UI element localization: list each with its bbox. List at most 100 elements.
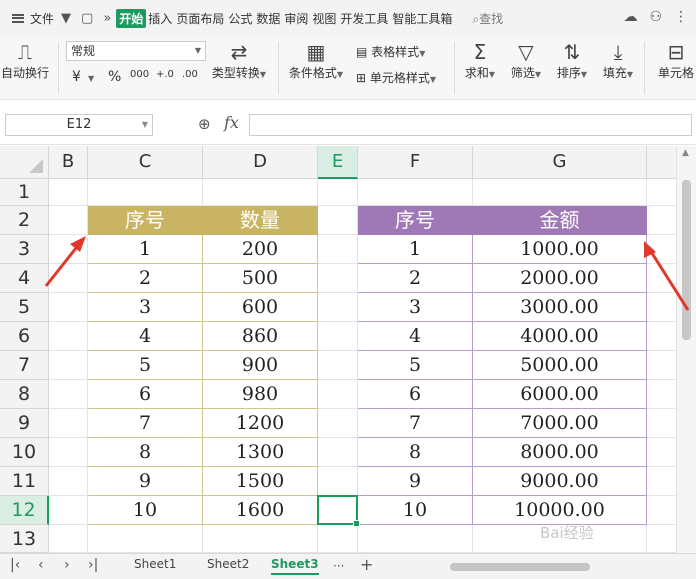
right_table-data-cell[interactable]: 8 xyxy=(358,438,473,467)
kebab-icon[interactable]: ⋮ xyxy=(674,9,688,25)
wrap-text-button[interactable]: ⎍ 自动换行 xyxy=(0,40,54,81)
decrease-decimal-button[interactable]: .00 xyxy=(182,69,198,80)
left_table-data-cell[interactable]: 9 xyxy=(88,467,203,496)
cell[interactable] xyxy=(88,525,203,553)
right_table-data-cell[interactable]: 6000.00 xyxy=(473,380,647,409)
left_table-data-cell[interactable]: 900 xyxy=(203,351,318,380)
cell[interactable] xyxy=(647,235,676,264)
tab-formulas[interactable]: 公式 xyxy=(226,10,254,27)
row-header-13[interactable]: 13 xyxy=(0,525,49,553)
cell[interactable] xyxy=(647,351,676,380)
right_table-data-cell[interactable]: 9 xyxy=(358,467,473,496)
increase-decimal-button[interactable]: +.0 xyxy=(156,69,174,80)
right_table-data-cell[interactable]: 10000.00 xyxy=(473,496,647,525)
share-icon[interactable]: ⚇ xyxy=(649,9,662,25)
zoom-icon[interactable]: ⊕ xyxy=(198,115,211,133)
cell[interactable] xyxy=(647,293,676,322)
right_table-data-cell[interactable]: 4000.00 xyxy=(473,322,647,351)
sum-button[interactable]: Σ 求和▼ xyxy=(460,40,500,81)
column-header-g[interactable]: G xyxy=(473,146,647,179)
cell[interactable] xyxy=(318,438,358,467)
cell[interactable] xyxy=(49,380,88,409)
left_table-data-cell[interactable]: 600 xyxy=(203,293,318,322)
next-sheet-icon[interactable]: › xyxy=(64,557,70,573)
left_table-data-cell[interactable]: 500 xyxy=(203,264,318,293)
filter-button[interactable]: ▽ 筛选▼ xyxy=(506,40,546,81)
tab-developer[interactable]: 开发工具 xyxy=(338,10,390,27)
percent-button[interactable]: % xyxy=(108,69,121,85)
row-header-2[interactable]: 2 xyxy=(0,206,49,235)
right_table-data-cell[interactable]: 9000.00 xyxy=(473,467,647,496)
row-header-6[interactable]: 6 xyxy=(0,322,49,351)
left_table-data-cell[interactable]: 2 xyxy=(88,264,203,293)
name-box[interactable]: E12 ▼ xyxy=(5,114,153,136)
cell[interactable] xyxy=(647,380,676,409)
right_table-data-cell[interactable]: 7 xyxy=(358,409,473,438)
hamburger-icon[interactable] xyxy=(12,13,24,23)
cell[interactable] xyxy=(49,496,88,525)
last-sheet-icon[interactable]: ›| xyxy=(88,557,98,573)
column-header-c[interactable]: C xyxy=(88,146,203,179)
file-menu[interactable]: 文件 xyxy=(28,10,56,27)
right_table-data-cell[interactable]: 6 xyxy=(358,380,473,409)
cell[interactable] xyxy=(318,206,358,235)
right_table-data-cell[interactable]: 3000.00 xyxy=(473,293,647,322)
left_table-data-cell[interactable]: 3 xyxy=(88,293,203,322)
cell[interactable] xyxy=(49,525,88,553)
cell[interactable] xyxy=(49,351,88,380)
left_table-data-cell[interactable]: 860 xyxy=(203,322,318,351)
cell[interactable] xyxy=(318,380,358,409)
cell[interactable] xyxy=(318,409,358,438)
row-header-8[interactable]: 8 xyxy=(0,380,49,409)
cell[interactable] xyxy=(49,467,88,496)
row-header-11[interactable]: 11 xyxy=(0,467,49,496)
currency-button[interactable]: ¥ xyxy=(72,69,81,85)
save-icon[interactable]: ▢ xyxy=(81,11,93,26)
tab-sheet2[interactable]: Sheet2 xyxy=(207,557,249,571)
conditional-format-button[interactable]: ▦ 条件格式▼ xyxy=(284,40,348,81)
sort-button[interactable]: ⇅ 排序▼ xyxy=(552,40,592,81)
tab-page-layout[interactable]: 页面布局 xyxy=(174,10,226,27)
cell[interactable] xyxy=(203,525,318,553)
row-header-3[interactable]: 3 xyxy=(0,235,49,264)
cell[interactable] xyxy=(647,409,676,438)
select-all-corner[interactable] xyxy=(0,146,49,179)
right_table-data-cell[interactable]: 1000.00 xyxy=(473,235,647,264)
column-header-e[interactable]: E xyxy=(318,146,358,179)
row-header-12[interactable]: 12 xyxy=(0,496,49,525)
cell[interactable] xyxy=(49,264,88,293)
column-header-d[interactable]: D xyxy=(203,146,318,179)
fill-button[interactable]: ⤓ 填充▼ xyxy=(598,40,638,81)
tab-smart-toolbox[interactable]: 智能工具箱 xyxy=(390,10,454,27)
left_table-data-cell[interactable]: 980 xyxy=(203,380,318,409)
cell[interactable] xyxy=(49,293,88,322)
right_table-data-cell[interactable]: 1 xyxy=(358,235,473,264)
cell[interactable] xyxy=(318,467,358,496)
cell[interactable] xyxy=(318,525,358,553)
cell[interactable] xyxy=(647,438,676,467)
row-header-7[interactable]: 7 xyxy=(0,351,49,380)
thousands-button[interactable]: 000 xyxy=(130,69,149,80)
cell[interactable] xyxy=(49,438,88,467)
left_table-data-cell[interactable]: 10 xyxy=(88,496,203,525)
tab-sheet1[interactable]: Sheet1 xyxy=(134,557,176,571)
spreadsheet-grid[interactable]: B C D E F G 1 2 3 4 5 6 7 8 9 10 11 12 13 序号 数量 1 200 2 500 3 600 4… xyxy=(0,146,676,553)
column-header-b[interactable]: B xyxy=(49,146,88,179)
cell[interactable] xyxy=(318,264,358,293)
type-convert-button[interactable]: ⇄ 类型转换▼ xyxy=(206,40,272,81)
cell[interactable] xyxy=(647,179,676,206)
cell[interactable] xyxy=(318,322,358,351)
row-header-10[interactable]: 10 xyxy=(0,438,49,467)
right_table-data-cell[interactable]: 8000.00 xyxy=(473,438,647,467)
left_table-data-cell[interactable]: 200 xyxy=(203,235,318,264)
cell[interactable] xyxy=(49,235,88,264)
formula-input[interactable] xyxy=(249,114,692,136)
cell[interactable] xyxy=(647,525,676,553)
right_table-data-cell[interactable]: 5 xyxy=(358,351,473,380)
column-header-f[interactable]: F xyxy=(358,146,473,179)
table-style-button[interactable]: ▤ 表格样式▼ xyxy=(356,43,425,60)
left_table-data-cell[interactable]: 1300 xyxy=(203,438,318,467)
left_table-data-cell[interactable]: 1200 xyxy=(203,409,318,438)
right_table-data-cell[interactable]: 4 xyxy=(358,322,473,351)
cell[interactable] xyxy=(473,179,647,206)
